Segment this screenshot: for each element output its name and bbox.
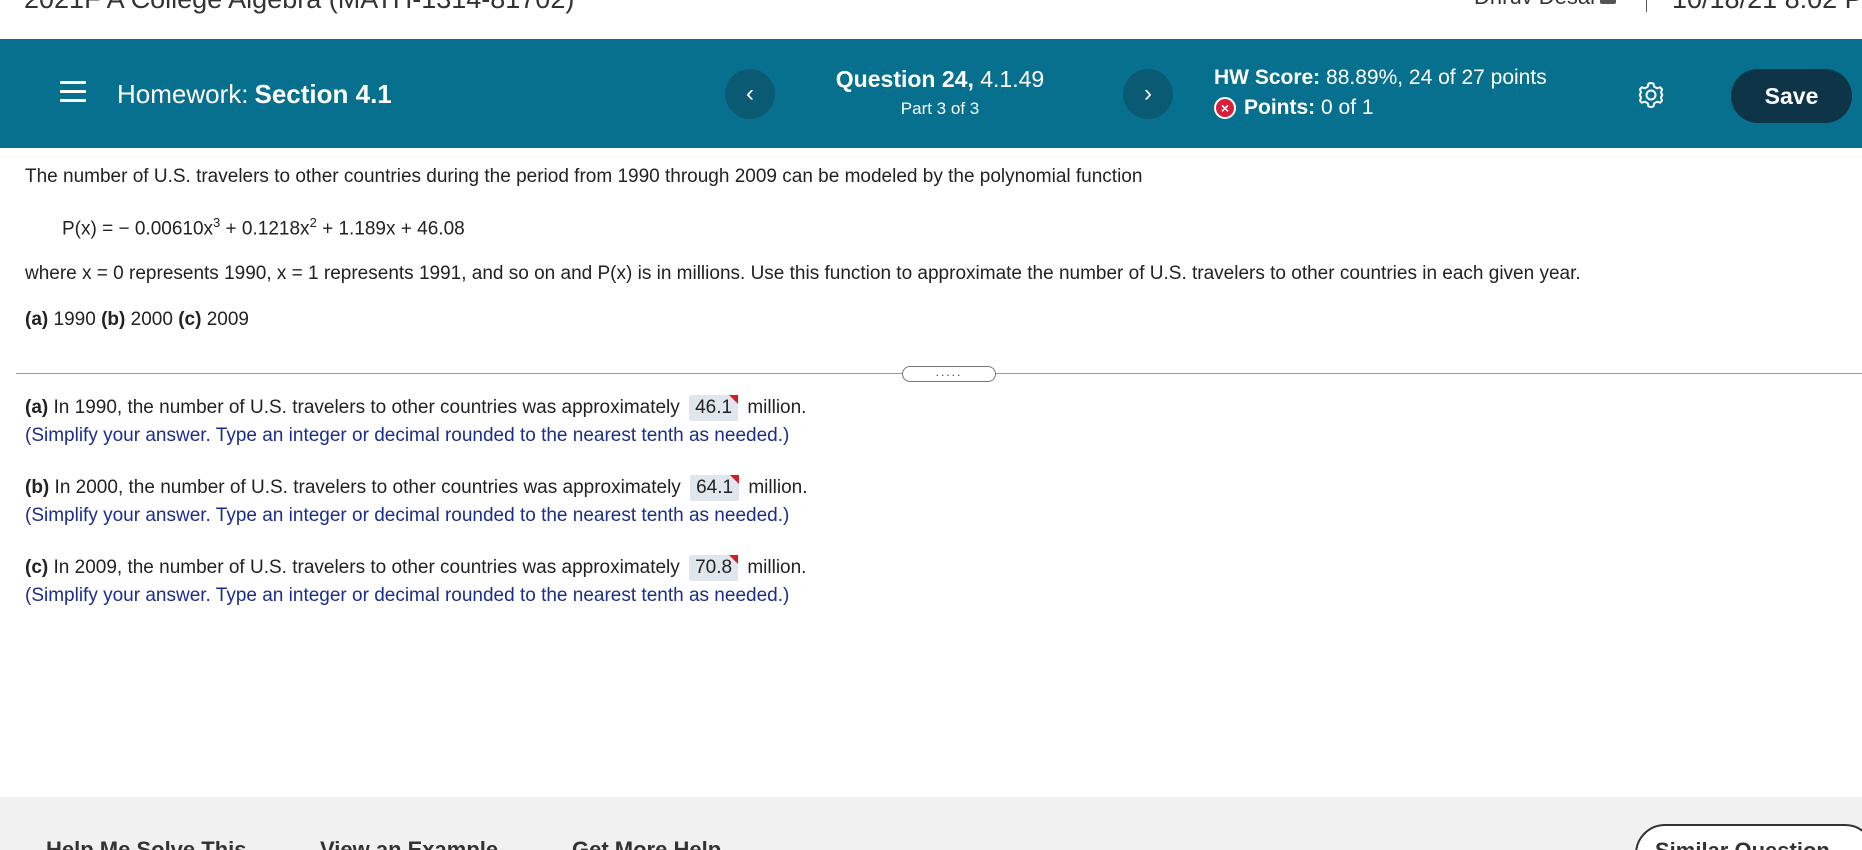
question-header: Homework: Section 4.1 ‹ Question 24, 4.1.… <box>0 39 1862 148</box>
incorrect-marker-icon <box>729 395 739 404</box>
incorrect-marker-icon <box>729 555 739 564</box>
answer-b: (b) In 2000, the number of U.S. traveler… <box>25 475 807 501</box>
course-title: 2021F A College Algebra (MATH-1314-81702… <box>24 0 574 15</box>
answer-label: (c) <box>25 557 49 578</box>
section-name: Section 4.1 <box>254 79 392 109</box>
answer-input[interactable]: 70.8 <box>689 555 739 581</box>
homework-label: Homework: <box>117 79 249 109</box>
answer-input[interactable]: 46.1 <box>689 395 739 421</box>
course-datetime: 10/18/21 8:02 PM <box>1672 0 1862 15</box>
question-parts: (a) 1990 (b) 2000 (c) 2009 <box>25 309 249 331</box>
pane-resize-handle[interactable]: ..... <box>902 366 996 382</box>
question-number: Question 24, <box>835 66 974 92</box>
save-button[interactable]: Save <box>1731 69 1852 123</box>
hw-score-label: HW Score: <box>1214 66 1321 89</box>
incorrect-marker-icon <box>730 475 740 484</box>
next-question-button[interactable]: › <box>1123 69 1173 119</box>
hw-score-value: 88.89%, 24 of 27 points <box>1326 66 1547 89</box>
answer-unit: million. <box>748 477 808 498</box>
gear-icon[interactable] <box>1636 80 1666 110</box>
formula-suffix: + 1.189x + 46.08 <box>316 218 465 240</box>
polynomial-formula: P(x) = − 0.00610x3 + 0.1218x2 + 1.189x +… <box>62 215 465 240</box>
course-bar: 2021F A College Algebra (MATH-1314-81702… <box>0 0 1862 39</box>
question-intro: The number of U.S. travelers to other co… <box>25 166 1143 187</box>
user-name[interactable]: Dhruv Desai <box>1474 0 1595 10</box>
question-id: 4.1.49 <box>980 66 1045 92</box>
question-part: Part 3 of 3 <box>900 99 980 118</box>
part-c-label: (c) <box>178 309 202 330</box>
chevron-left-icon: ‹ <box>746 80 754 107</box>
answer-a: (a) In 1990, the number of U.S. traveler… <box>25 395 806 421</box>
answer-value: 46.1 <box>695 397 733 418</box>
answer-hint: (Simplify your answer. Type an integer o… <box>25 425 790 446</box>
formula-middle: + 0.1218x <box>220 218 310 240</box>
incorrect-icon: × <box>1214 97 1236 119</box>
similar-question-button[interactable]: Similar Question <box>1635 824 1862 850</box>
points: × Points: 0 of 1 <box>1214 96 1374 120</box>
help-me-solve-link[interactable]: Help Me Solve This <box>46 837 247 850</box>
part-b-label: (b) <box>101 309 126 330</box>
part-a-label: (a) <box>25 309 49 330</box>
answer-label: (a) <box>25 397 49 418</box>
formula-exponent-2: 2 <box>309 215 317 230</box>
homework-title: Homework: Section 4.1 <box>117 79 392 110</box>
get-more-help-link[interactable]: Get More Help <box>572 837 721 850</box>
answer-unit: million. <box>747 397 807 418</box>
part-c-year: 2009 <box>206 309 249 330</box>
previous-question-button[interactable]: ‹ <box>725 69 775 119</box>
formula-prefix: P(x) = − 0.00610x <box>62 218 214 240</box>
menu-icon[interactable] <box>60 81 86 103</box>
answer-c: (c) In 2009, the number of U.S. traveler… <box>25 555 806 581</box>
answer-text: In 1990, the number of U.S. travelers to… <box>53 397 680 418</box>
answer-hint: (Simplify your answer. Type an integer o… <box>25 505 790 526</box>
points-value: 0 of 1 <box>1321 96 1374 119</box>
question-where: where x = 0 represents 1990, x = 1 repre… <box>25 263 1581 284</box>
answer-label: (b) <box>25 477 50 498</box>
part-a-year: 1990 <box>53 309 96 330</box>
answer-hint: (Simplify your answer. Type an integer o… <box>25 585 790 606</box>
question-info[interactable]: Question 24, 4.1.49 Part 3 of 3 <box>820 66 1060 119</box>
answer-value: 64.1 <box>696 477 734 498</box>
part-b-year: 2000 <box>130 309 173 330</box>
view-example-link[interactable]: View an Example <box>320 837 498 850</box>
help-bar: Help Me Solve This View an Example Get M… <box>0 797 1862 850</box>
user-menu-icon[interactable] <box>1600 0 1616 4</box>
answer-value: 70.8 <box>695 557 733 578</box>
answer-text: In 2009, the number of U.S. travelers to… <box>53 557 680 578</box>
chevron-right-icon: › <box>1144 80 1152 107</box>
answer-unit: million. <box>747 557 807 578</box>
answer-input[interactable]: 64.1 <box>690 475 740 501</box>
course-bar-separator <box>1646 0 1647 12</box>
hw-score: HW Score: 88.89%, 24 of 27 points <box>1214 66 1547 90</box>
answer-text: In 2000, the number of U.S. travelers to… <box>54 477 681 498</box>
points-label: Points: <box>1244 96 1316 119</box>
